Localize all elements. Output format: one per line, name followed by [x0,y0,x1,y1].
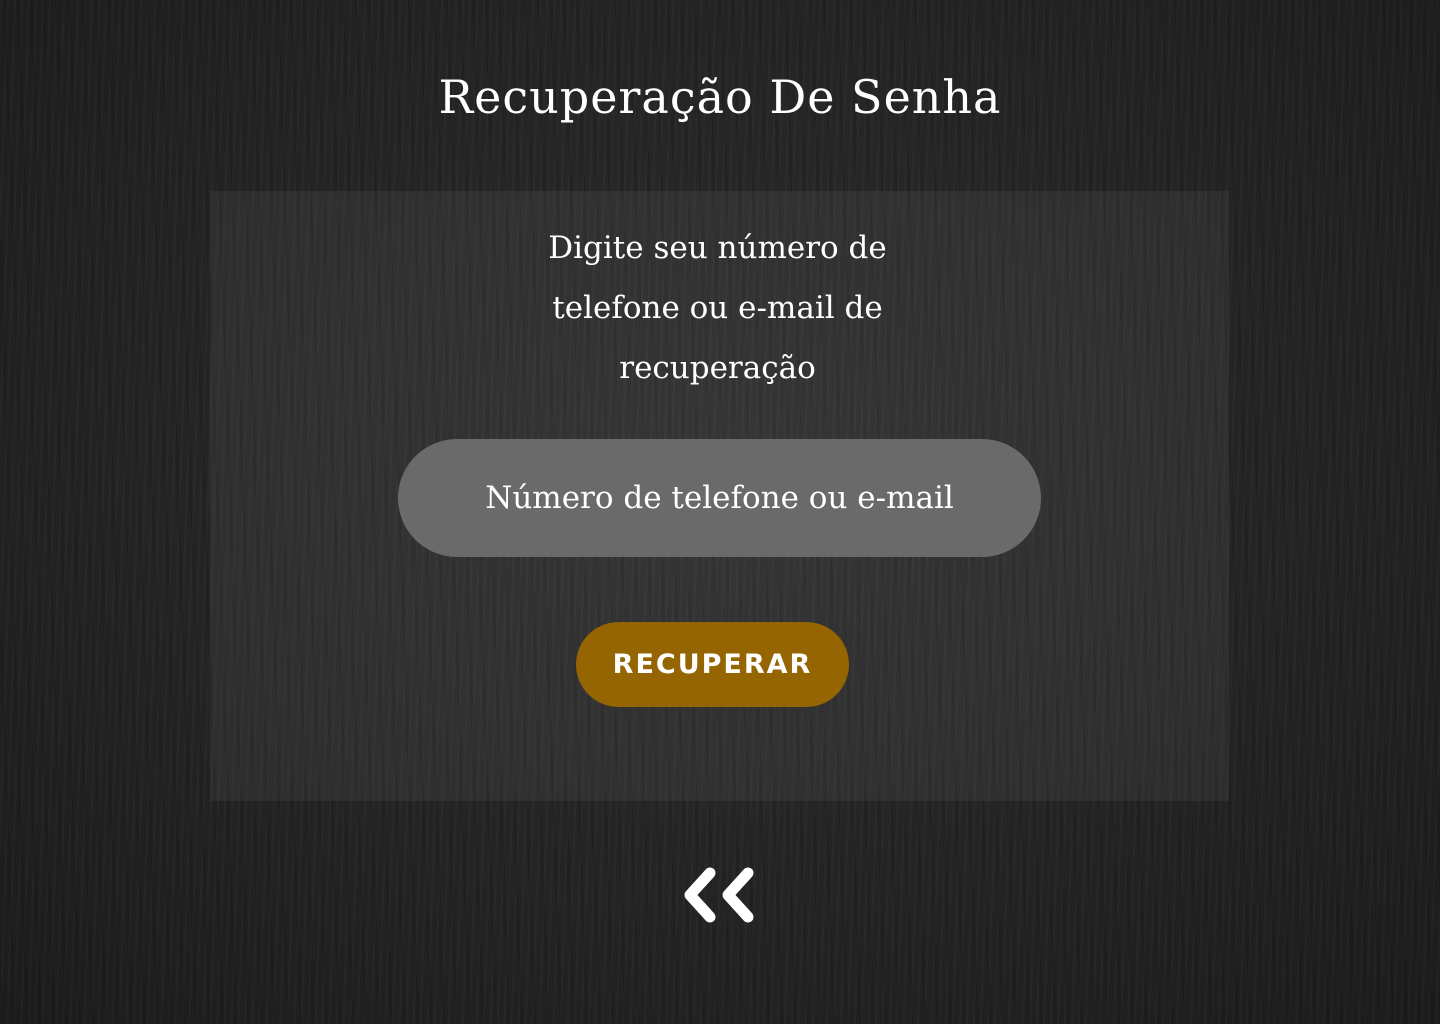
double-chevron-left-icon [684,867,754,923]
contact-field[interactable] [398,439,1041,557]
contact-input[interactable] [398,439,1041,557]
recover-button[interactable]: RECUPERAR [576,622,849,707]
page-title: Recuperação De Senha [438,70,1002,124]
recovery-instructions: Digite seu número de telefone ou e-mail … [548,230,887,386]
back-button[interactable] [680,860,760,930]
